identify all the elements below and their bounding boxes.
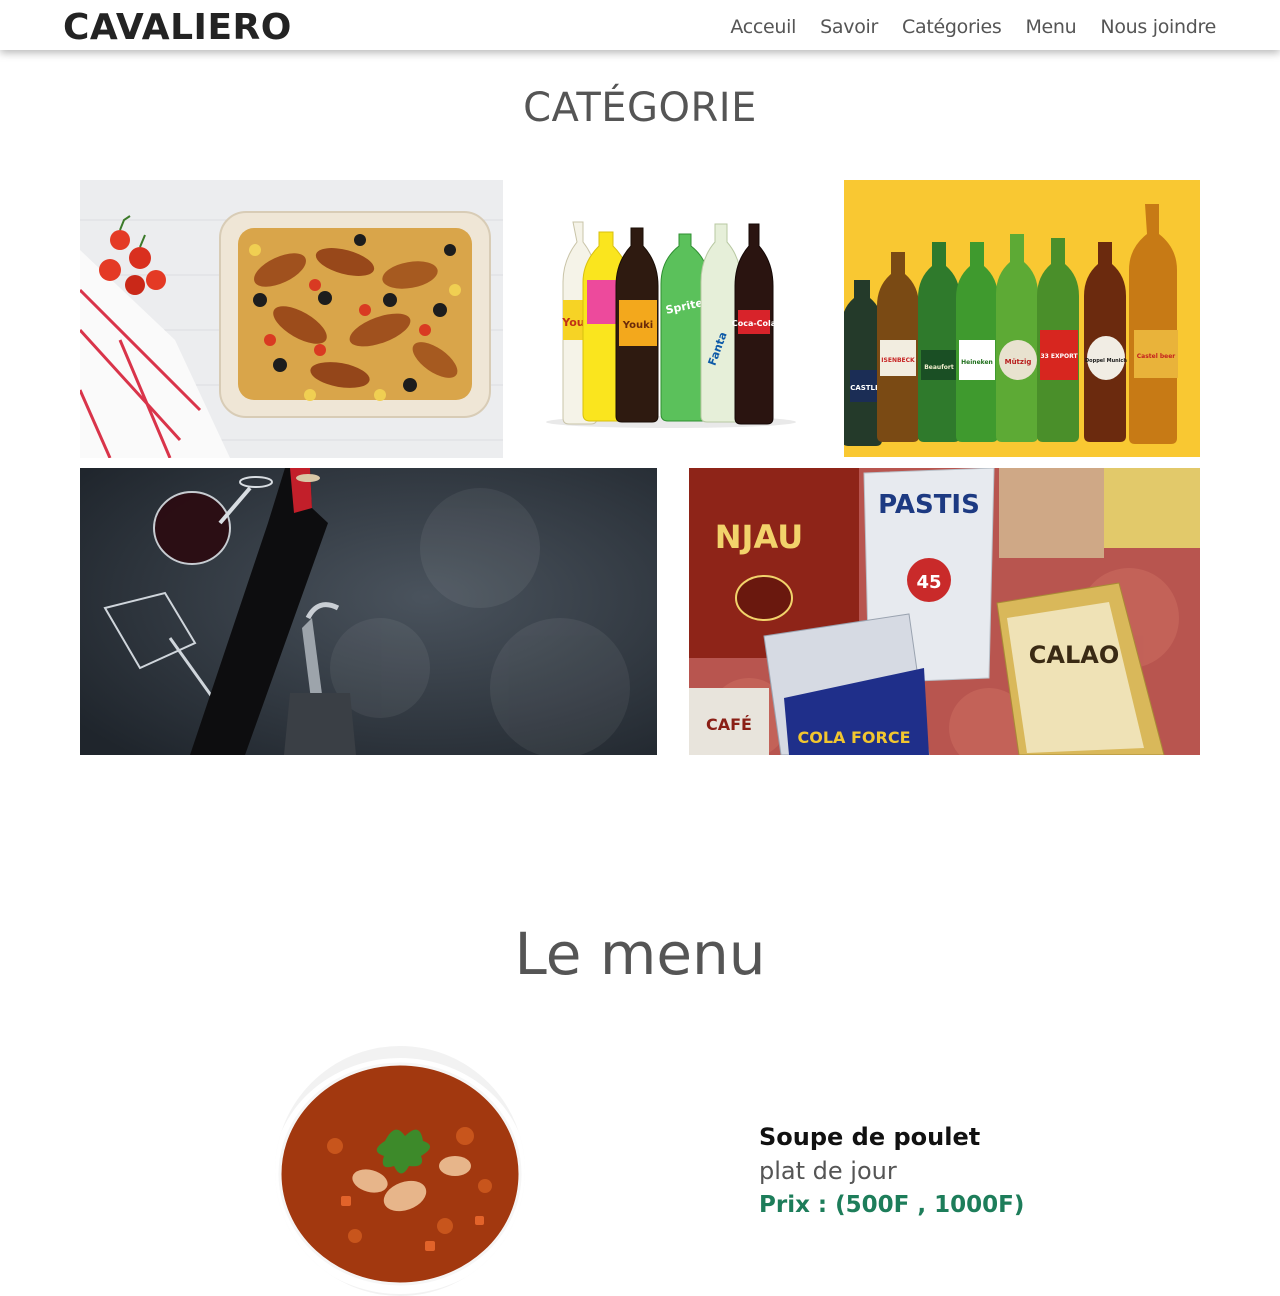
beer-label-beaufort: Beaufort (924, 364, 954, 371)
sachet-label-calao: CALAO (1029, 641, 1119, 669)
nav-item-menu: Menu (1025, 16, 1076, 38)
category-sachet-image[interactable]: NJAU CAFÉ PASTIS 45 COLA FORCE CALAO (689, 468, 1200, 755)
menu-title: Le menu (514, 920, 766, 988)
dish-photo-soupe (275, 1046, 525, 1296)
nav-link-acceuil[interactable]: Acceuil (730, 16, 796, 38)
dish-info: Soupe de poulet plat de jour Prix : (500… (759, 1120, 1024, 1222)
sachet-label-njau: NJAU (715, 518, 803, 556)
sachet-label-45: 45 (916, 572, 941, 593)
brand-logo[interactable]: CAVALIERO (63, 7, 292, 49)
category-beer-image[interactable]: CASTLE ISENBECK Beaufort Heineken Mützig… (844, 180, 1200, 457)
svg-text:Youki: Youki (622, 320, 653, 331)
beer-label-33-export: 33 EXPORT (1040, 353, 1078, 360)
beer-bottles-photo: CASTLE ISENBECK Beaufort Heineken Mützig… (844, 180, 1200, 457)
beer-label-heineken: Heineken (961, 359, 993, 366)
dish-subtitle: plat de jour (759, 1157, 897, 1185)
nav-link-categories[interactable]: Catégories (902, 16, 1002, 38)
soda-bottles-photo: Youki Youki Sprite Fanta Coca-Cola (511, 180, 829, 458)
beer-label-isenbeck: ISENBECK (881, 357, 915, 364)
sachet-label-cola-force: COLA FORCE (797, 728, 910, 747)
nav-link-savoir[interactable]: Savoir (820, 16, 878, 38)
sachet-label-pastis: PASTIS (878, 490, 980, 520)
nav-link-menu[interactable]: Menu (1025, 16, 1076, 38)
categories-title: CATÉGORIE (523, 85, 757, 131)
liquor-sachets-photo: NJAU CAFÉ PASTIS 45 COLA FORCE CALAO (689, 468, 1200, 755)
category-food-image[interactable] (80, 180, 503, 458)
nav-item-categories: Catégories (902, 16, 1002, 38)
chicken-soup-photo (275, 1046, 525, 1296)
nav-item-nous-joindre: Nous joindre (1100, 16, 1216, 38)
nav-item-savoir: Savoir (820, 16, 878, 38)
dish-price: Prix : (500F , 1000F) (759, 1192, 1025, 1218)
beer-label-castle: CASTLE (850, 384, 880, 392)
category-wine-image[interactable] (80, 468, 657, 755)
beer-label-mutzig: Mützig (1005, 358, 1032, 366)
category-soda-image[interactable]: Youki Youki Sprite Fanta Coca-Cola (511, 180, 829, 458)
wine-bottle-photo (80, 468, 657, 755)
nav-item-acceuil: Acceuil (730, 16, 796, 38)
beer-label-doppel-munich: Doppel Munich (1085, 358, 1127, 364)
dish-name: Soupe de poulet (759, 1123, 981, 1151)
roast-chicken-photo (80, 180, 503, 458)
beer-label-castel: Castel beer (1137, 353, 1176, 360)
top-navbar: CAVALIERO Acceuil Savoir Catégories Menu… (0, 0, 1280, 50)
nav-link-nous-joindre[interactable]: Nous joindre (1100, 16, 1216, 38)
soda-label-coca-cola: Coca-Cola (732, 319, 776, 328)
nav-links: Acceuil Savoir Catégories Menu Nous join… (730, 16, 1216, 38)
sachet-label-cafe: CAFÉ (706, 715, 752, 734)
